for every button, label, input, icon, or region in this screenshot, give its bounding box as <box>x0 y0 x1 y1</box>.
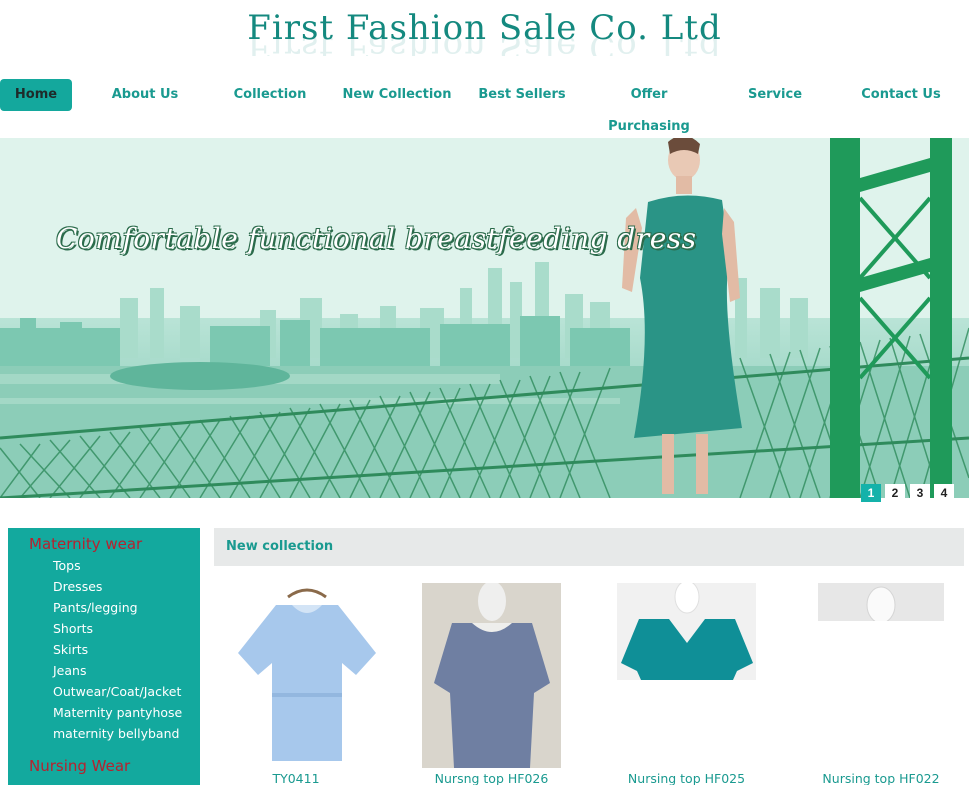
category-sidebar: Maternity wear Tops Dresses Pants/leggin… <box>8 528 200 785</box>
product-image[interactable] <box>422 583 561 768</box>
sidebar-item-jeans[interactable]: Jeans <box>53 663 86 678</box>
new-collection-header: New collection <box>214 528 964 566</box>
sidebar-item-pantyhose[interactable]: Maternity pantyhose <box>53 705 182 720</box>
sidebar-item-pants-legging[interactable]: Pants/legging <box>53 600 138 615</box>
nav-home[interactable]: Home <box>0 79 72 111</box>
product-mannequin-illustration <box>866 586 896 621</box>
sidebar-item-dresses[interactable]: Dresses <box>53 579 102 594</box>
main-nav: Home About Us Collection New Collection … <box>0 79 969 134</box>
product-name[interactable]: Nursing top HF022 <box>818 771 944 785</box>
banner-page-3[interactable]: 3 <box>910 484 930 502</box>
product-tshirt-illustration <box>238 588 376 761</box>
product-name[interactable]: Nursng top HF026 <box>422 771 561 785</box>
banner-page-1[interactable]: 1 <box>861 484 881 502</box>
sidebar-item-bellyband[interactable]: maternity bellyband <box>53 726 179 741</box>
nav-about-us[interactable]: About Us <box>100 79 190 111</box>
product-mannequin-illustration <box>434 583 550 768</box>
product-name[interactable]: TY0411 <box>226 771 366 785</box>
banner-page-4[interactable]: 4 <box>934 484 954 502</box>
sidebar-item-outwear[interactable]: Outwear/Coat/Jacket <box>53 684 181 699</box>
product-mannequin-illustration <box>621 583 753 680</box>
nav-contact-us[interactable]: Contact Us <box>856 79 946 111</box>
product-image[interactable] <box>226 583 388 768</box>
nav-collection[interactable]: Collection <box>225 79 315 111</box>
new-collection-title: New collection <box>226 539 334 554</box>
site-title-reflection: First Fashion Sale Co. Ltd <box>0 38 969 56</box>
nav-new-collection[interactable]: New Collection <box>340 79 454 111</box>
sidebar-item-skirts[interactable]: Skirts <box>53 642 88 657</box>
sidebar-item-shorts[interactable]: Shorts <box>53 621 93 636</box>
product-name[interactable]: Nursing top HF025 <box>617 771 756 785</box>
nav-service[interactable]: Service <box>735 79 815 111</box>
nav-best-sellers[interactable]: Best Sellers <box>476 79 568 111</box>
sidebar-item-tops[interactable]: Tops <box>53 558 81 573</box>
banner-city-scene <box>0 138 969 498</box>
hero-banner[interactable]: Comfortable functional breastfeeding dre… <box>0 138 969 498</box>
product-image[interactable] <box>818 583 944 621</box>
nav-offer-purchasing[interactable]: Offer Purchasing <box>590 79 708 134</box>
category-maternity-wear[interactable]: Maternity wear <box>29 535 142 553</box>
category-nursing-wear[interactable]: Nursing Wear <box>29 757 130 775</box>
product-image[interactable] <box>617 583 756 680</box>
banner-page-2[interactable]: 2 <box>885 484 905 502</box>
banner-headline: Comfortable functional breastfeeding dre… <box>56 222 697 255</box>
